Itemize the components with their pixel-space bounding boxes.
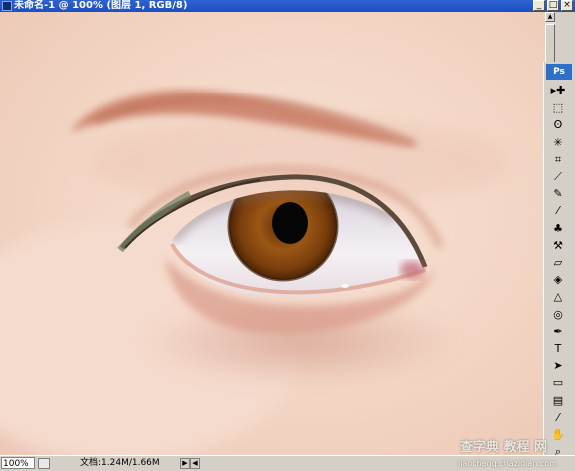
status-menu-arrow-icon[interactable]: ▶ <box>180 458 190 469</box>
eyedropper-slice-tool-icon[interactable]: ⟋ <box>549 168 567 186</box>
photoshop-logo: Ps <box>546 64 572 80</box>
eraser-tool-icon[interactable]: ▱ <box>549 254 567 272</box>
shape-tool-icon[interactable]: ▭ <box>549 374 567 392</box>
close-button[interactable]: × <box>561 0 573 11</box>
crop-tool-icon[interactable]: ⌗ <box>549 151 567 169</box>
type-tool-icon[interactable]: T <box>549 340 567 358</box>
hand-tool-icon[interactable]: ✋ <box>549 426 567 444</box>
scroll-up-button[interactable]: ▲ <box>545 12 555 22</box>
status-icon[interactable] <box>38 458 50 469</box>
zoom-field[interactable]: 100% <box>1 457 35 469</box>
eye-painting <box>0 12 545 455</box>
move-tool-icon[interactable]: ▸✚ <box>549 82 567 100</box>
watermark-url: jiaocheng.chazidian.com <box>457 459 557 468</box>
eyedropper-tool-icon[interactable]: ⁄ <box>549 409 567 427</box>
history-brush-tool-icon[interactable]: ⚒ <box>549 237 567 255</box>
watermark-logo: 查字典 教程 网 <box>459 440 547 455</box>
maximize-button[interactable]: □ <box>547 0 559 11</box>
lasso-tool-icon[interactable]: ʘ <box>549 116 567 134</box>
healing-brush-tool-icon[interactable]: ✎ <box>549 185 567 203</box>
tools-panel: Ps ▸✚ ⬚ ʘ ✳ ⌗ ⟋ ✎ ⁄ ♣ ⚒ ▱ ◈ △ ◎ ✒ T ➤ ▭ ▤ ⁄ ✋ ⌕ <box>543 62 575 462</box>
path-selection-tool-icon[interactable]: ➤ <box>549 357 567 375</box>
title-bar: 未命名-1 @ 100% (图层 1, RGB/8) _ □ × <box>0 0 575 12</box>
pen-tool-icon[interactable]: ✒ <box>549 323 567 341</box>
notes-tool-icon[interactable]: ▤ <box>549 392 567 410</box>
document-canvas[interactable] <box>0 12 545 455</box>
scroll-thumb[interactable] <box>545 24 555 64</box>
window-title: 未命名-1 @ 100% (图层 1, RGB/8) <box>14 0 188 11</box>
clone-stamp-tool-icon[interactable]: ♣ <box>549 220 567 238</box>
minimize-button[interactable]: _ <box>533 0 545 11</box>
scroll-left-button[interactable]: ◀ <box>190 458 200 469</box>
magic-wand-tool-icon[interactable]: ✳ <box>549 134 567 152</box>
brush-tool-icon[interactable]: ⁄ <box>549 202 567 220</box>
status-bar: 100% 文档:1.24M/1.66M ▶ ◀ 查字典 教程 网 jiaoche… <box>0 441 575 471</box>
photoshop-icon <box>2 1 12 11</box>
paint-bucket-tool-icon[interactable]: ◈ <box>549 271 567 289</box>
blur-tool-icon[interactable]: △ <box>549 288 567 306</box>
dodge-tool-icon[interactable]: ◎ <box>549 306 567 324</box>
marquee-tool-icon[interactable]: ⬚ <box>549 99 567 117</box>
document-size-info: 文档:1.24M/1.66M <box>80 458 160 468</box>
